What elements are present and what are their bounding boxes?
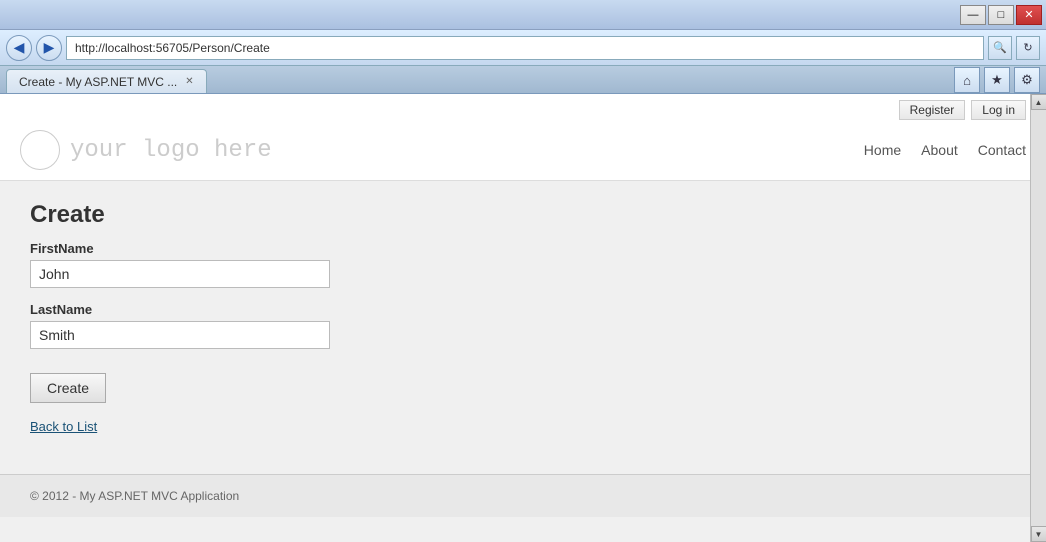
minimize-button[interactable]: —: [960, 5, 986, 25]
active-tab[interactable]: Create - My ASP.NET MVC ... ✕: [6, 69, 207, 93]
logo-area: your logo here: [20, 130, 272, 170]
scroll-up-arrow[interactable]: ▲: [1031, 94, 1046, 110]
first-name-input[interactable]: [30, 260, 330, 288]
inner-content: Register Log in your logo here Home Abou…: [0, 94, 1046, 542]
settings-icon[interactable]: ⚙: [1014, 67, 1040, 93]
page-title: Create: [30, 201, 1016, 229]
last-name-label: LastName: [30, 302, 1016, 317]
browser-icons: ⌂ ★ ⚙: [954, 67, 1040, 93]
page-footer: © 2012 - My ASP.NET MVC Application: [0, 474, 1046, 517]
header-nav: your logo here Home About Contact: [20, 124, 1026, 180]
register-button[interactable]: Register: [899, 100, 966, 120]
first-name-label: FirstName: [30, 241, 1016, 256]
app-header: Register Log in your logo here Home Abou…: [0, 94, 1046, 181]
content-area: Register Log in your logo here Home Abou…: [0, 94, 1046, 542]
first-name-group: FirstName: [30, 241, 1016, 288]
nav-links: Home About Contact: [864, 142, 1026, 158]
logo-text: your logo here: [70, 137, 272, 164]
last-name-group: LastName: [30, 302, 1016, 349]
favorites-icon[interactable]: ★: [984, 67, 1010, 93]
title-bar: — □ ✕: [0, 0, 1046, 30]
browser-window: — □ ✕ ◀ ▶ http://localhost:56705/Person/…: [0, 0, 1046, 542]
main-content: Create FirstName LastName Create Back to…: [0, 181, 1046, 454]
scrollbar[interactable]: ▲ ▼: [1030, 94, 1046, 542]
search-icon[interactable]: 🔍: [988, 36, 1012, 60]
nav-about[interactable]: About: [921, 142, 958, 158]
back-button[interactable]: ◀: [6, 35, 32, 61]
forward-button[interactable]: ▶: [36, 35, 62, 61]
close-button[interactable]: ✕: [1016, 5, 1042, 25]
logo-circle: [20, 130, 60, 170]
nav-home[interactable]: Home: [864, 142, 901, 158]
tab-bar: Create - My ASP.NET MVC ... ✕ ⌂ ★ ⚙: [0, 66, 1046, 94]
tab-title: Create - My ASP.NET MVC ...: [19, 75, 177, 89]
scroll-down-arrow[interactable]: ▼: [1031, 526, 1046, 542]
last-name-input[interactable]: [30, 321, 330, 349]
maximize-button[interactable]: □: [988, 5, 1014, 25]
nav-bar: ◀ ▶ http://localhost:56705/Person/Create…: [0, 30, 1046, 66]
header-top: Register Log in: [20, 94, 1026, 124]
login-button[interactable]: Log in: [971, 100, 1026, 120]
address-text: http://localhost:56705/Person/Create: [75, 41, 270, 55]
create-button[interactable]: Create: [30, 373, 106, 403]
back-to-list-link[interactable]: Back to List: [30, 419, 1016, 434]
copyright-text: © 2012 - My ASP.NET MVC Application: [30, 489, 239, 503]
home-icon[interactable]: ⌂: [954, 67, 980, 93]
refresh-icon[interactable]: ↻: [1016, 36, 1040, 60]
title-bar-buttons: — □ ✕: [960, 5, 1042, 25]
address-bar[interactable]: http://localhost:56705/Person/Create: [66, 36, 984, 60]
tab-close-icon[interactable]: ✕: [185, 76, 193, 87]
nav-contact[interactable]: Contact: [978, 142, 1026, 158]
